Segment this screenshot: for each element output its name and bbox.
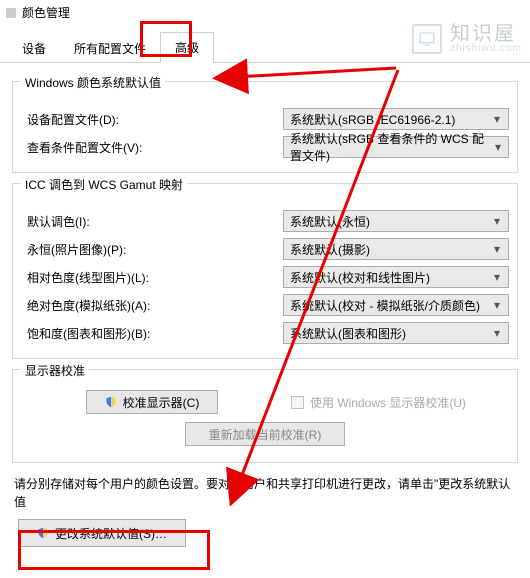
shield-icon bbox=[105, 396, 117, 408]
combo-perceptual[interactable]: 系统默认(摄影) ▾ bbox=[283, 238, 509, 260]
use-win-calibration-label: 使用 Windows 显示器校准(U) bbox=[310, 394, 466, 411]
combo-default-intent-value: 系统默认(永恒) bbox=[290, 213, 370, 230]
tab-advanced[interactable]: 高级 bbox=[160, 32, 214, 63]
label-relative: 相对色度(线型图片)(L): bbox=[21, 269, 283, 286]
use-win-calibration-checkbox[interactable]: 使用 Windows 显示器校准(U) bbox=[283, 394, 509, 411]
reload-calibration-button[interactable]: 重新加载当前校准(R) bbox=[185, 422, 345, 446]
chevron-down-icon: ▾ bbox=[490, 242, 504, 256]
change-system-defaults-button[interactable]: 更改系统默认值(S)… bbox=[18, 519, 186, 547]
combo-perceptual-value: 系统默认(摄影) bbox=[290, 241, 370, 258]
combo-relative-value: 系统默认(校对和线性图片) bbox=[290, 269, 430, 286]
chevron-down-icon: ▾ bbox=[492, 140, 504, 154]
combo-saturation-value: 系统默认(图表和图形) bbox=[290, 325, 406, 342]
label-device-profile: 设备配置文件(D): bbox=[21, 111, 283, 128]
tab-devices[interactable]: 设备 bbox=[8, 34, 60, 63]
checkbox-box bbox=[291, 396, 304, 409]
combo-saturation[interactable]: 系统默认(图表和图形) ▾ bbox=[283, 322, 509, 344]
label-default-intent: 默认调色(I): bbox=[21, 213, 283, 230]
combo-viewing-profile[interactable]: 系统默认(sRGB 查看条件的 WCS 配置文件) ▾ bbox=[283, 136, 509, 158]
watermark-text-en: zhishiwu.com bbox=[450, 44, 522, 54]
combo-absolute-value: 系统默认(校对 - 模拟纸张/介质颜色) bbox=[290, 297, 480, 314]
chevron-down-icon: ▾ bbox=[490, 326, 504, 340]
window-title: 颜色管理 bbox=[22, 4, 70, 21]
group-display-calibration: 显示器校准 校准显示器(C) 使用 Windows 显示器校准(U) 重新加载当… bbox=[12, 369, 518, 463]
label-absolute: 绝对色度(模拟纸张)(A): bbox=[21, 297, 283, 314]
group-icc-gamut: ICC 调色到 WCS Gamut 映射 默认调色(I): 系统默认(永恒) ▾… bbox=[12, 183, 518, 359]
calibrate-display-button[interactable]: 校准显示器(C) bbox=[86, 390, 219, 414]
combo-device-profile[interactable]: 系统默认(sRGB IEC61966-2.1) ▾ bbox=[283, 108, 509, 130]
combo-absolute[interactable]: 系统默认(校对 - 模拟纸张/介质颜色) ▾ bbox=[283, 294, 509, 316]
watermark-text-zh: 知识屋 bbox=[450, 24, 522, 44]
group-win-defaults-label: Windows 颜色系统默认值 bbox=[21, 74, 165, 91]
chevron-down-icon: ▾ bbox=[490, 214, 504, 228]
watermark: 知识屋 zhishiwu.com bbox=[412, 24, 522, 54]
label-perceptual: 永恒(照片图像)(P): bbox=[21, 241, 283, 258]
chevron-down-icon: ▾ bbox=[490, 270, 504, 284]
chevron-down-icon: ▾ bbox=[490, 112, 504, 126]
group-win-defaults: Windows 颜色系统默认值 设备配置文件(D): 系统默认(sRGB IEC… bbox=[12, 81, 518, 173]
combo-default-intent[interactable]: 系统默认(永恒) ▾ bbox=[283, 210, 509, 232]
reload-calibration-label: 重新加载当前校准(R) bbox=[209, 426, 322, 443]
window-titlebar: 颜色管理 bbox=[0, 0, 530, 21]
label-viewing-profile: 查看条件配置文件(V): bbox=[21, 139, 283, 156]
combo-device-profile-value: 系统默认(sRGB IEC61966-2.1) bbox=[290, 111, 455, 128]
calibrate-display-label: 校准显示器(C) bbox=[123, 394, 200, 411]
group-icc-gamut-label: ICC 调色到 WCS Gamut 映射 bbox=[21, 176, 187, 193]
chevron-down-icon: ▾ bbox=[490, 298, 504, 312]
shield-icon bbox=[37, 527, 49, 539]
hint-text: 请分别存储对每个用户的颜色设置。要对新用户和共享打印机进行更改，请单击"更改系统… bbox=[14, 475, 516, 511]
combo-relative[interactable]: 系统默认(校对和线性图片) ▾ bbox=[283, 266, 509, 288]
combo-viewing-profile-value: 系统默认(sRGB 查看条件的 WCS 配置文件) bbox=[290, 130, 492, 164]
app-icon bbox=[6, 8, 16, 18]
tab-all-profiles[interactable]: 所有配置文件 bbox=[60, 34, 160, 63]
watermark-icon bbox=[412, 24, 442, 54]
group-display-calibration-label: 显示器校准 bbox=[21, 362, 89, 379]
label-saturation: 饱和度(图表和图形)(B): bbox=[21, 325, 283, 342]
change-system-defaults-label: 更改系统默认值(S)… bbox=[55, 525, 167, 542]
